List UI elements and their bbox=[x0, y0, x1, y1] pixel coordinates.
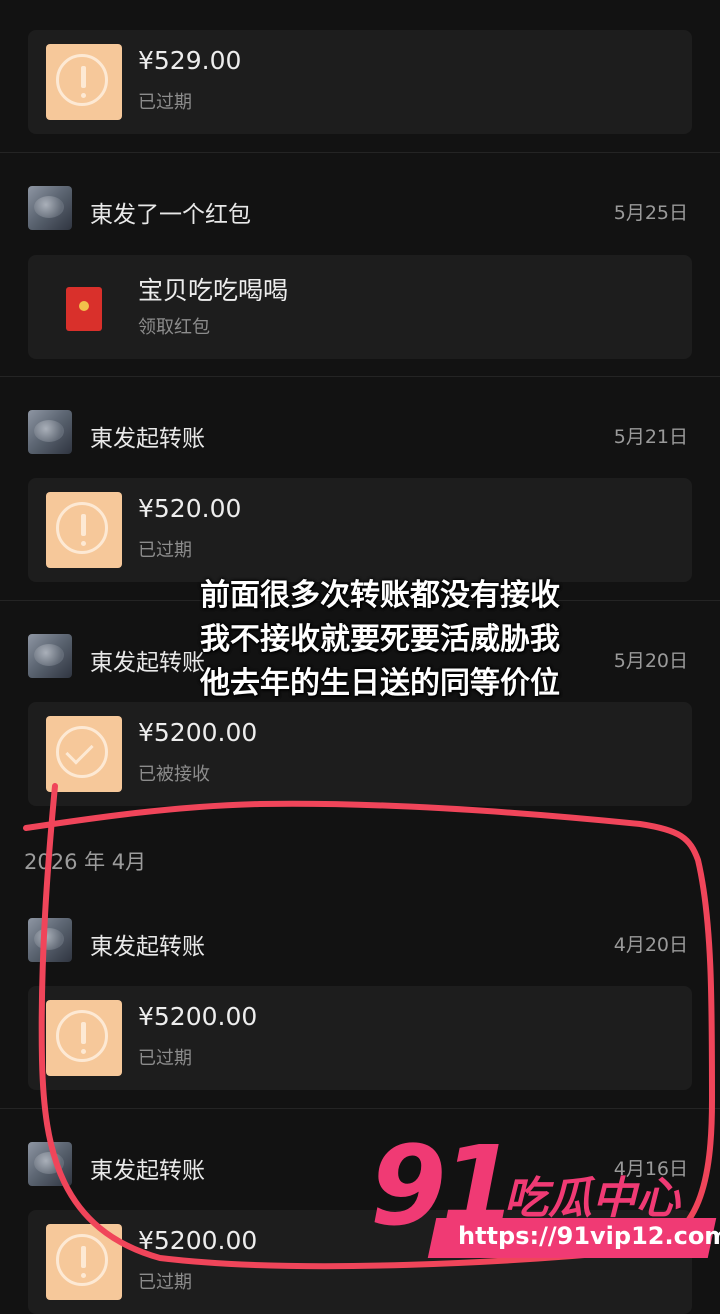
transfer-card[interactable]: ¥520.00 已过期 bbox=[28, 478, 692, 582]
entry-title: 東发起转账 bbox=[90, 426, 205, 452]
watermark-logo: 91 吃瓜中心 https://91vip12.com bbox=[370, 1122, 720, 1280]
transfer-amount: ¥520.00 bbox=[138, 494, 242, 523]
watermark-brand: 吃瓜中心 bbox=[504, 1173, 680, 1224]
divider bbox=[0, 1108, 720, 1109]
divider bbox=[0, 152, 720, 153]
expired-transfer-icon bbox=[46, 492, 122, 568]
entry-title: 東发起转账 bbox=[90, 650, 205, 676]
avatar[interactable] bbox=[28, 918, 72, 962]
divider bbox=[0, 376, 720, 377]
expired-transfer-icon bbox=[46, 44, 122, 120]
transfer-amount: ¥5200.00 bbox=[138, 1002, 258, 1031]
watermark-url: https://91vip12.com bbox=[458, 1222, 720, 1250]
transfer-status: 已被接收 bbox=[138, 764, 210, 785]
caption-line: 他去年的生日送的同等价位 bbox=[200, 666, 560, 701]
transfer-status: 已过期 bbox=[138, 92, 192, 113]
entry-date: 5月20日 bbox=[613, 650, 688, 672]
transfer-card[interactable]: ¥5200.00 已过期 bbox=[28, 986, 692, 1090]
red-packet-icon bbox=[66, 287, 102, 331]
transfer-status: 已过期 bbox=[138, 540, 192, 561]
transfer-card[interactable]: ¥529.00 已过期 bbox=[28, 30, 692, 134]
red-packet-subtitle: 领取红包 bbox=[138, 317, 210, 338]
received-transfer-icon bbox=[46, 716, 122, 792]
transfer-card[interactable]: ¥5200.00 已被接收 bbox=[28, 702, 692, 806]
red-packet-card[interactable]: 宝贝吃吃喝喝 领取红包 bbox=[28, 255, 692, 359]
transfer-status: 已过期 bbox=[138, 1272, 192, 1293]
transfer-status: 已过期 bbox=[138, 1048, 192, 1069]
month-header: 2026 年 4月 bbox=[24, 850, 147, 874]
avatar[interactable] bbox=[28, 1142, 72, 1186]
red-packet-title: 宝贝吃吃喝喝 bbox=[138, 276, 289, 305]
avatar[interactable] bbox=[28, 410, 72, 454]
overlay-caption: 前面很多次转账都没有接收 我不接收就要死要活威胁我 他去年的生日送的同等价位 bbox=[200, 574, 620, 706]
entry-date: 4月20日 bbox=[613, 934, 688, 956]
caption-line: 前面很多次转账都没有接收 bbox=[200, 578, 560, 613]
entry-title: 東发了一个红包 bbox=[90, 202, 251, 228]
transfer-amount: ¥5200.00 bbox=[138, 1226, 258, 1255]
entry-title: 東发起转账 bbox=[90, 1158, 205, 1184]
entry-title: 東发起转账 bbox=[90, 934, 205, 960]
avatar[interactable] bbox=[28, 634, 72, 678]
entry-date: 5月25日 bbox=[613, 202, 688, 224]
transfer-amount: ¥529.00 bbox=[138, 46, 242, 75]
expired-transfer-icon bbox=[46, 1000, 122, 1076]
expired-transfer-icon bbox=[46, 1224, 122, 1300]
avatar[interactable] bbox=[28, 186, 72, 230]
entry-date: 5月21日 bbox=[613, 426, 688, 448]
caption-line: 我不接收就要死要活威胁我 bbox=[200, 622, 560, 657]
transfer-amount: ¥5200.00 bbox=[138, 718, 258, 747]
